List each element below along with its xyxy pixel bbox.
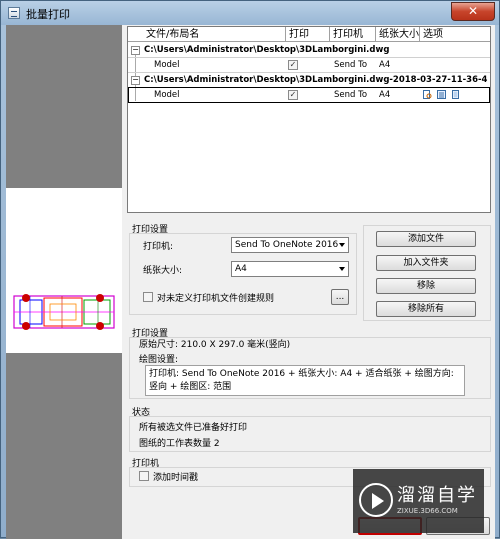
printer-dropdown-value: Send To OneNote 2016 <box>235 240 339 250</box>
header-paper-size[interactable]: 纸张大小 <box>376 27 420 42</box>
drawing-thumbnail-image <box>13 294 115 330</box>
title-bar[interactable]: 批量打印 ✕ <box>1 1 499 25</box>
print-checkbox[interactable]: ✓ <box>288 90 298 100</box>
batch-print-window: 批量打印 ✕ 文件/布局名 打印 打印机 纸张大小 选项 − C:\Users\… <box>0 0 500 539</box>
status-line-sheet-count: 图纸的工作表数量 2 <box>139 439 220 449</box>
watermark-logo: 溜溜自学 ZIXUE.3D66.COM <box>353 469 484 533</box>
header-options[interactable]: 选项 <box>420 27 490 42</box>
right-panel: 文件/布局名 打印 打印机 纸张大小 选项 − C:\Users\Adminis… <box>125 25 495 539</box>
plot-settings-label: 绘图设置: <box>139 355 179 365</box>
layout-name: Model <box>154 60 180 70</box>
layout-name: Model <box>154 90 180 100</box>
collapse-icon[interactable]: − <box>131 46 140 55</box>
preview-area-top <box>6 25 122 188</box>
paper-size-dropdown[interactable]: A4 <box>231 261 349 277</box>
grid-row-layout-selected[interactable]: Model ✓ Send To A4 <box>128 87 490 103</box>
page-icon[interactable] <box>451 90 460 99</box>
plot-settings-text: 打印机: Send To OneNote 2016 + 纸张大小: A4 + 适… <box>145 365 465 396</box>
header-file-layout[interactable]: 文件/布局名 <box>128 27 286 42</box>
collapse-icon[interactable]: − <box>131 76 140 85</box>
layout-paper: A4 <box>379 60 391 70</box>
chevron-down-icon <box>339 243 345 247</box>
settings-icon[interactable] <box>437 90 446 99</box>
status-line-ready: 所有被选文件已准备好打印 <box>139 423 248 433</box>
layout-printer: Send To <box>334 60 368 70</box>
preview-icon[interactable] <box>423 90 432 99</box>
play-icon <box>359 483 393 517</box>
preview-area-bottom <box>6 353 122 539</box>
paper-size-dropdown-value: A4 <box>235 264 247 274</box>
grid-row-layout[interactable]: Model ✓ Send To A4 <box>128 58 490 73</box>
file-layout-grid[interactable]: 文件/布局名 打印 打印机 纸张大小 选项 − C:\Users\Adminis… <box>127 26 491 213</box>
file-path: C:\Users\Administrator\Desktop\3DLamborg… <box>144 75 488 85</box>
layout-paper: A4 <box>379 90 391 100</box>
watermark-text: 溜溜自学 <box>397 485 477 506</box>
add-folder-button[interactable]: 加入文件夹 <box>376 255 476 271</box>
app-icon <box>8 7 20 19</box>
file-path: C:\Users\Administrator\Desktop\3DLamborg… <box>144 45 390 55</box>
layout-preview <box>6 188 122 353</box>
grid-row-file[interactable]: − C:\Users\Administrator\Desktop\3DLambo… <box>128 43 490 58</box>
watermark-subtext: ZIXUE.3D66.COM <box>397 507 458 515</box>
dialog-client: 文件/布局名 打印 打印机 纸张大小 选项 − C:\Users\Adminis… <box>6 25 495 539</box>
print-checkbox[interactable]: ✓ <box>288 60 298 70</box>
printer-dropdown[interactable]: Send To OneNote 2016 <box>231 237 349 253</box>
undefined-printer-rule-checkbox[interactable] <box>143 292 153 302</box>
timestamp-label: 添加时间戳 <box>153 473 199 483</box>
chevron-down-icon <box>339 267 345 271</box>
grid-row-file[interactable]: − C:\Users\Administrator\Desktop\3DLambo… <box>128 73 490 88</box>
remove-all-button[interactable]: 移除所有 <box>376 301 476 317</box>
remove-button[interactable]: 移除 <box>376 278 476 294</box>
close-button[interactable]: ✕ <box>451 2 495 21</box>
undefined-printer-rule-label: 对未定义打印机文件创建规则 <box>157 294 275 304</box>
timestamp-checkbox[interactable] <box>139 471 149 481</box>
window-title: 批量打印 <box>26 8 70 21</box>
add-file-button[interactable]: 添加文件 <box>376 231 476 247</box>
layout-printer: Send To <box>334 90 368 100</box>
browse-button[interactable]: ... <box>331 289 349 305</box>
printer-label: 打印机: <box>143 242 174 252</box>
header-printer[interactable]: 打印机 <box>330 27 376 42</box>
header-print[interactable]: 打印 <box>286 27 330 42</box>
original-size-text: 原始尺寸: 210.0 X 297.0 毫米(竖向) <box>139 340 291 350</box>
grid-header: 文件/布局名 打印 打印机 纸张大小 选项 <box>128 27 490 42</box>
paper-size-label: 纸张大小: <box>143 266 183 276</box>
